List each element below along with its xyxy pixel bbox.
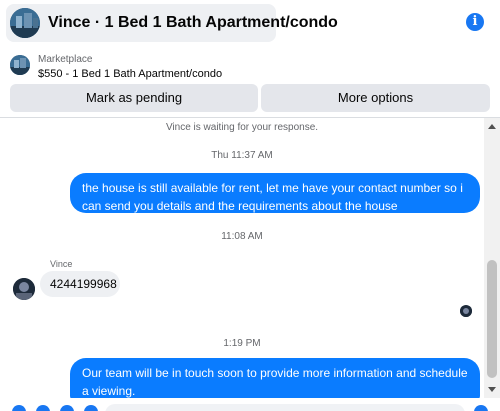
conversation-title: Vince · 1 Bed 1 Bath Apartment/condo bbox=[48, 14, 338, 31]
marketplace-listing[interactable]: Marketplace $550 - 1 Bed 1 Bath Apartmen… bbox=[0, 48, 500, 84]
message-composer bbox=[0, 398, 500, 411]
outgoing-message[interactable]: Our team will be in touch soon to provid… bbox=[70, 358, 480, 400]
listing-thumbnail bbox=[10, 55, 30, 75]
message-thread[interactable]: Vince is waiting for your response. Thu … bbox=[0, 118, 484, 406]
seen-receipt-avatar bbox=[460, 305, 472, 317]
sticker-icon[interactable] bbox=[60, 405, 74, 411]
incoming-message[interactable]: 4244199968 bbox=[40, 271, 120, 297]
mark-as-pending-button[interactable]: Mark as pending bbox=[10, 84, 258, 112]
listing-title: $550 - 1 Bed 1 Bath Apartment/condo bbox=[38, 68, 223, 80]
timestamp: 1:19 PM bbox=[223, 338, 261, 349]
image-icon[interactable] bbox=[36, 405, 50, 411]
scrollbar-thumb[interactable] bbox=[487, 260, 497, 378]
plus-icon[interactable] bbox=[12, 405, 26, 411]
listing-source: Marketplace bbox=[38, 54, 93, 65]
like-icon[interactable] bbox=[474, 405, 488, 411]
chat-header: Vince · 1 Bed 1 Bath Apartment/condo i bbox=[0, 0, 500, 48]
message-input[interactable] bbox=[105, 404, 465, 411]
more-options-button[interactable]: More options bbox=[261, 84, 490, 112]
gif-icon[interactable] bbox=[84, 405, 98, 411]
timestamp: Thu 11:37 AM bbox=[211, 150, 273, 161]
chevron-down-icon[interactable] bbox=[488, 387, 496, 392]
chevron-up-icon[interactable] bbox=[488, 124, 496, 129]
sender-avatar[interactable] bbox=[13, 278, 35, 300]
timestamp: 11:08 AM bbox=[221, 231, 263, 242]
conversation-title-button[interactable]: Vince · 1 Bed 1 Bath Apartment/condo bbox=[6, 4, 338, 42]
info-icon[interactable]: i bbox=[466, 13, 484, 31]
waiting-notice: Vince is waiting for your response. bbox=[165, 122, 319, 133]
outgoing-message[interactable]: the house is still available for rent, l… bbox=[70, 173, 480, 213]
listing-avatar bbox=[10, 8, 40, 38]
chat-scrollbar[interactable] bbox=[484, 118, 500, 398]
sender-name: Vince bbox=[50, 259, 73, 269]
